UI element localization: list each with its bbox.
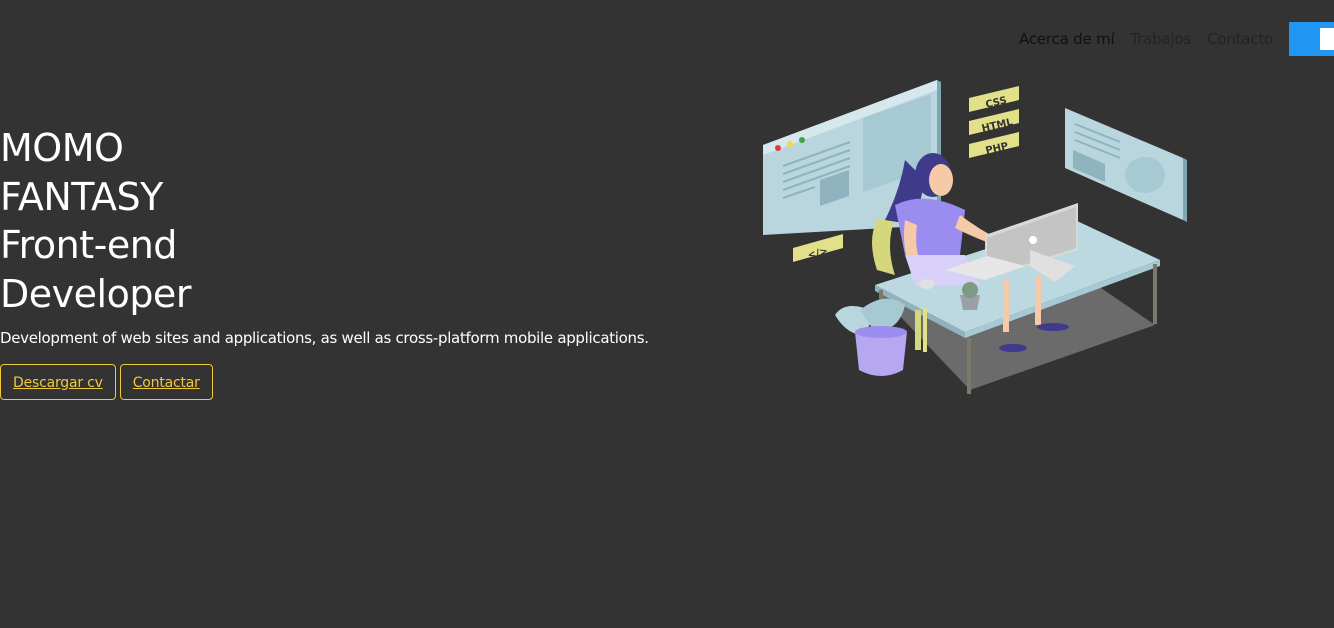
hero-section: MOMO FANTASY Front-end Developer Develop…: [0, 124, 649, 400]
top-nav: Acerca de mí Trabajos Contacto: [1019, 22, 1334, 56]
floor-plant: [835, 298, 907, 376]
hero-title: MOMO FANTASY Front-end Developer: [0, 124, 640, 318]
hero-title-line: Front-end: [0, 223, 177, 267]
developer-illustration: CSS HTML PHP </>: [763, 80, 1187, 394]
hero-title-line: MOMO: [0, 126, 124, 170]
nav-item-works[interactable]: Trabajos: [1130, 30, 1191, 48]
contact-button[interactable]: Contactar: [119, 364, 213, 400]
nav-item-contact[interactable]: Contacto: [1207, 30, 1273, 48]
toggle-knob: [1320, 28, 1334, 50]
browser-window-right: [1065, 108, 1187, 222]
hero-title-line: Developer: [0, 271, 191, 316]
hero-title-line: FANTASY: [0, 174, 163, 219]
theme-toggle[interactable]: [1289, 22, 1334, 56]
laptop: [945, 203, 1078, 282]
hero-description: Development of web sites and application…: [0, 329, 649, 347]
page: Acerca de mí Trabajos Contacto MOMO FANT…: [0, 0, 1334, 628]
hero-buttons: Descargar cv Contactar: [0, 364, 640, 400]
nav-item-about[interactable]: Acerca de mí: [1019, 30, 1115, 48]
download-cv-button[interactable]: Descargar cv: [0, 364, 116, 400]
